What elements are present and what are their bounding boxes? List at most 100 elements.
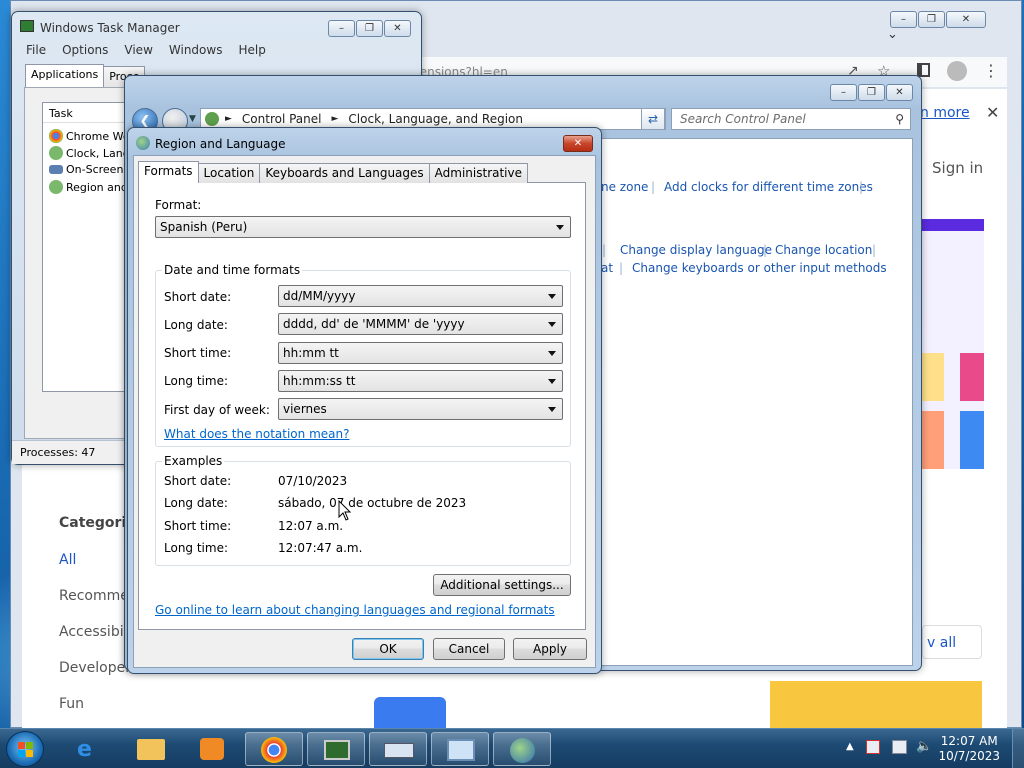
- chrome-controls: – ❐ ✕: [890, 11, 986, 28]
- menu-options[interactable]: Options: [62, 43, 108, 57]
- chrome-icon: [49, 129, 63, 143]
- additional-settings-button[interactable]: Additional settings...: [433, 574, 571, 596]
- close-icon[interactable]: ✕: [886, 84, 913, 101]
- link-add-clocks[interactable]: Add clocks for different time zones: [664, 180, 873, 194]
- clock-date: 10/7/2023: [938, 749, 1000, 763]
- menu-file[interactable]: File: [26, 43, 46, 57]
- taskbar-control-panel[interactable]: [431, 732, 489, 766]
- view-all-button[interactable]: v all: [922, 625, 982, 659]
- globe-icon: [49, 146, 63, 160]
- minimize-icon[interactable]: –: [830, 84, 857, 101]
- volume-icon[interactable]: 🔈: [916, 739, 932, 754]
- dropdown-arrow-icon: [548, 407, 556, 412]
- example-short-time: 12:07 a.m.: [278, 519, 344, 533]
- history-dropdown-icon[interactable]: ▼: [189, 114, 196, 124]
- link-change-keyboards[interactable]: Change keyboards or other input methods: [632, 261, 887, 275]
- task-row[interactable]: Chrome Wel: [49, 129, 133, 143]
- minimize-icon[interactable]: –: [890, 11, 917, 28]
- tab-location[interactable]: Location: [197, 163, 261, 183]
- long-time-select[interactable]: hh:mm:ss tt: [278, 370, 563, 392]
- category-all[interactable]: All: [59, 552, 76, 568]
- short-date-select[interactable]: dd/MM/yyyy: [278, 285, 563, 307]
- taskbar-on-screen-keyboard[interactable]: [369, 732, 427, 766]
- ok-button[interactable]: OK: [352, 638, 424, 660]
- show-desktop-button[interactable]: [1012, 729, 1024, 768]
- globe-clock-icon: [510, 738, 535, 763]
- task-row[interactable]: On-Screen K: [49, 163, 134, 176]
- search-input[interactable]: Search Control Panel ⚲: [671, 108, 911, 130]
- taskbar-internet-explorer[interactable]: e: [60, 732, 118, 766]
- dialog-title: Region and Language: [155, 137, 286, 151]
- chevron-down-icon[interactable]: ⌄: [887, 27, 898, 42]
- system-clock[interactable]: 12:07 AM 10/7/2023: [938, 734, 1000, 764]
- show-hidden-icons[interactable]: ▲: [846, 741, 854, 752]
- tab-applications[interactable]: Applications: [25, 64, 105, 87]
- dropdown-arrow-icon: [548, 379, 556, 384]
- search-icon[interactable]: ⚲: [895, 112, 904, 126]
- link-change-location[interactable]: Change location: [775, 243, 872, 257]
- sidepanel-icon[interactable]: [917, 63, 930, 77]
- breadcrumb-clock-language[interactable]: Clock, Language, and Region: [348, 112, 523, 126]
- apply-button[interactable]: Apply: [513, 638, 587, 660]
- taskbar-chrome[interactable]: [245, 732, 303, 766]
- notation-help-link[interactable]: What does the notation mean?: [164, 427, 349, 441]
- cancel-button[interactable]: Cancel: [433, 638, 505, 660]
- link-time-zone[interactable]: ne zone: [601, 180, 648, 194]
- menu-windows[interactable]: Windows: [169, 43, 223, 57]
- tab-administrative[interactable]: Administrative: [428, 163, 529, 183]
- mouse-cursor-icon: [338, 500, 352, 521]
- network-icon[interactable]: [892, 740, 907, 754]
- maximize-icon[interactable]: ❐: [858, 84, 885, 101]
- taskbar-region-language[interactable]: [493, 732, 551, 766]
- link-format[interactable]: at: [601, 261, 613, 275]
- maximize-icon[interactable]: ❐: [918, 11, 945, 28]
- dialog-tabs: Formats Location Keyboards and Languages…: [138, 161, 529, 183]
- close-icon[interactable]: ✕: [384, 20, 411, 37]
- tile-orange: [922, 411, 944, 469]
- long-date-select[interactable]: dddd, dd' de 'MMMM' de 'yyyy: [278, 313, 563, 335]
- close-icon[interactable]: ✕: [946, 11, 986, 28]
- sign-in-link[interactable]: Sign in: [932, 159, 983, 177]
- taskbar-task-manager[interactable]: [307, 732, 365, 766]
- tab-keyboards-languages[interactable]: Keyboards and Languages: [259, 163, 430, 183]
- close-banner-icon[interactable]: ✕: [986, 103, 999, 122]
- task-row[interactable]: Region and: [49, 180, 128, 194]
- keyboard-icon: [384, 743, 414, 758]
- short-time-select[interactable]: hh:mm tt: [278, 342, 563, 364]
- breadcrumb-control-panel[interactable]: Control Panel: [242, 112, 322, 126]
- tile-pink: [960, 353, 984, 401]
- example-long-time-label: Long time:: [164, 541, 229, 555]
- windows-logo-part: [26, 750, 33, 757]
- task-manager-title: Windows Task Manager: [40, 21, 180, 35]
- task-manager-app-icon: [20, 20, 34, 32]
- close-icon[interactable]: ✕: [563, 135, 593, 152]
- profile-icon[interactable]: [947, 61, 967, 81]
- online-languages-link[interactable]: Go online to learn about changing langua…: [155, 603, 555, 617]
- more-menu-icon[interactable]: ⋮: [983, 61, 999, 80]
- taskbar: e ▲ 🔈 12:07 AM 10/7/2023: [0, 728, 1024, 768]
- link-separator: |: [872, 243, 877, 257]
- format-select[interactable]: Spanish (Peru): [155, 216, 571, 238]
- chevron-right-icon: ►: [225, 114, 232, 124]
- action-center-icon[interactable]: [866, 740, 880, 754]
- taskbar-explorer[interactable]: [122, 732, 180, 766]
- format-label: Format:: [155, 198, 202, 212]
- maximize-icon[interactable]: ❐: [356, 20, 383, 37]
- promo-image: [374, 697, 446, 728]
- menu-view[interactable]: View: [124, 43, 152, 57]
- windows-logo-part: [26, 742, 33, 749]
- category-fun[interactable]: Fun: [59, 696, 84, 712]
- first-day-select[interactable]: viernes: [278, 398, 563, 420]
- taskbar-media-player[interactable]: [183, 732, 241, 766]
- menu-help[interactable]: Help: [238, 43, 265, 57]
- tab-formats[interactable]: Formats: [138, 161, 199, 183]
- task-manager-controls: – ❐ ✕: [328, 20, 411, 37]
- dropdown-arrow-icon: [556, 225, 564, 230]
- link-separator: |: [763, 243, 768, 257]
- minimize-icon[interactable]: –: [328, 20, 355, 37]
- start-button[interactable]: [6, 731, 44, 767]
- ie-icon: e: [77, 737, 92, 762]
- link-change-display-language[interactable]: Change display language: [620, 243, 772, 257]
- refresh-icon[interactable]: ⇄: [641, 108, 665, 130]
- learn-more-link[interactable]: n more: [920, 105, 970, 121]
